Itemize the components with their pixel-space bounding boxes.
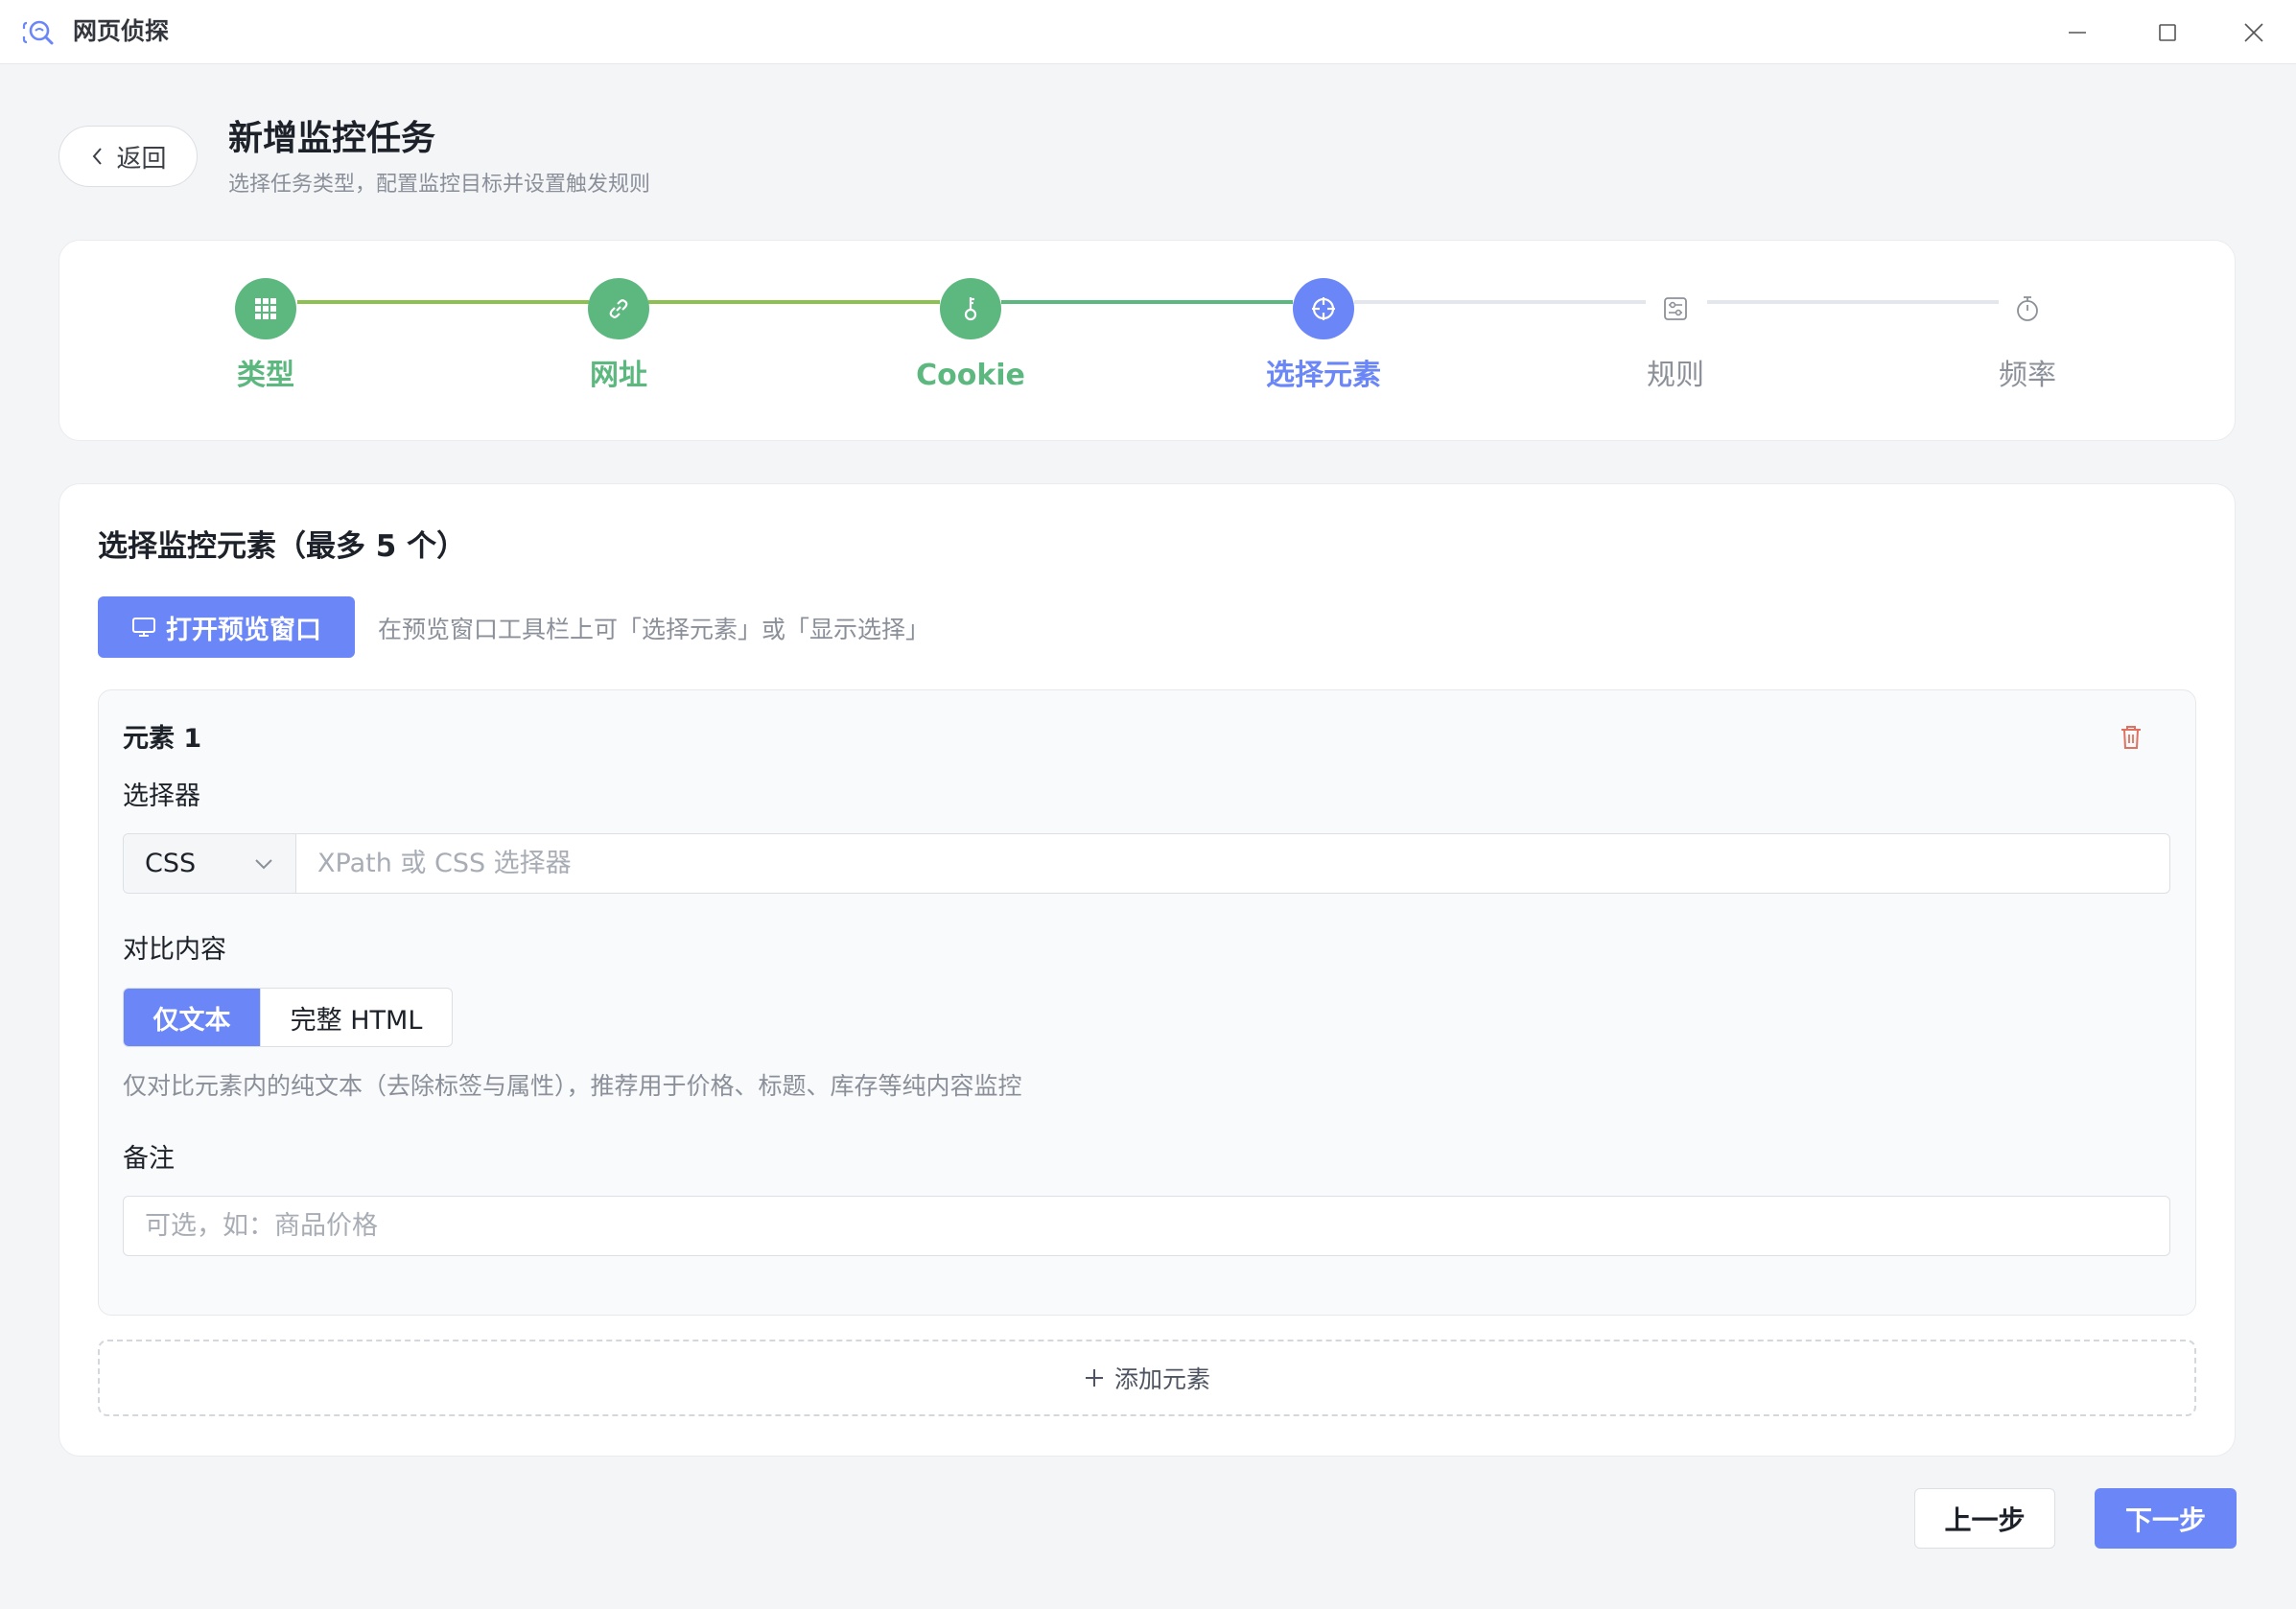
- page-subtitle: 选择任务类型，配置监控目标并设置触发规则: [228, 173, 651, 197]
- stopwatch-icon: [2017, 296, 2038, 321]
- minimize-icon[interactable]: [2058, 13, 2097, 52]
- title-bar: 网页侦探: [0, 0, 2296, 64]
- selector-type-select[interactable]: CSS: [124, 834, 296, 893]
- preview-hint: 在预览窗口工具栏上可「选择元素」或「显示选择」: [378, 616, 930, 643]
- plus-icon: [1085, 1369, 1103, 1387]
- step-cookie[interactable]: Cookie: [875, 278, 1066, 395]
- key-icon: [964, 297, 977, 321]
- close-icon[interactable]: [2235, 13, 2273, 52]
- back-label: 返回: [116, 144, 167, 174]
- step-rules[interactable]: 规则: [1580, 278, 1771, 395]
- back-button[interactable]: 返回: [59, 126, 198, 187]
- sliders-icon: [1664, 297, 1687, 320]
- step-select-element[interactable]: 选择元素: [1228, 278, 1419, 395]
- step-circle: [940, 278, 1001, 339]
- step-type[interactable]: 类型: [170, 278, 362, 395]
- app-title: 网页侦探: [73, 17, 170, 45]
- step-circle: [1997, 278, 2058, 339]
- compare-hint: 仅对比元素内的纯文本（去除标签与属性），推荐用于价格、标题、库存等纯内容监控: [123, 1072, 1022, 1100]
- selector-input[interactable]: [296, 834, 2169, 893]
- chevron-down-icon: [255, 858, 272, 869]
- page-title: 新增监控任务: [228, 119, 436, 158]
- element-title: 元素 1: [123, 724, 202, 754]
- add-element-button[interactable]: 添加元素: [98, 1340, 2196, 1416]
- maximize-icon[interactable]: [2148, 13, 2187, 52]
- compare-mode-toggle: 仅文本 完整 HTML: [123, 988, 453, 1047]
- compare-option-html[interactable]: 完整 HTML: [260, 989, 452, 1046]
- step-circle: [1293, 278, 1354, 339]
- chevron-left-icon: [93, 148, 103, 165]
- prev-step-button[interactable]: 上一步: [1914, 1488, 2055, 1549]
- open-preview-button[interactable]: 打开预览窗口: [98, 596, 355, 658]
- step-url[interactable]: 网址: [523, 278, 715, 395]
- stepper-card: [59, 240, 2236, 441]
- add-element-label: 添加元素: [1113, 1365, 1210, 1393]
- monitor-icon: [132, 618, 155, 637]
- step-label: 网址: [590, 359, 647, 392]
- step-label: 规则: [1647, 359, 1704, 392]
- next-step-button[interactable]: 下一步: [2095, 1488, 2237, 1549]
- selector-row: CSS: [123, 833, 2170, 894]
- step-frequency[interactable]: 频率: [1932, 278, 2123, 395]
- grid-icon: [255, 298, 276, 319]
- step-label: 类型: [237, 359, 294, 392]
- step-label: Cookie: [916, 359, 1025, 392]
- trash-icon[interactable]: [2118, 723, 2144, 752]
- step-label: 选择元素: [1266, 359, 1381, 392]
- note-input[interactable]: [123, 1196, 2170, 1256]
- note-label: 备注: [123, 1144, 175, 1174]
- crosshair-icon: [1312, 297, 1335, 320]
- selector-type-value: CSS: [145, 849, 197, 878]
- step-circle: [235, 278, 296, 339]
- step-label: 频率: [1999, 359, 2056, 392]
- compare-label: 对比内容: [123, 935, 226, 965]
- link-icon: [609, 299, 628, 318]
- open-preview-label: 打开预览窗口: [166, 615, 321, 645]
- compare-option-text[interactable]: 仅文本: [124, 989, 260, 1046]
- magnifier-app-icon: [22, 20, 54, 45]
- step-circle: [588, 278, 649, 339]
- step-circle: [1645, 278, 1706, 339]
- section-title: 选择监控元素（最多 5 个）: [98, 529, 467, 564]
- selector-label: 选择器: [123, 781, 200, 811]
